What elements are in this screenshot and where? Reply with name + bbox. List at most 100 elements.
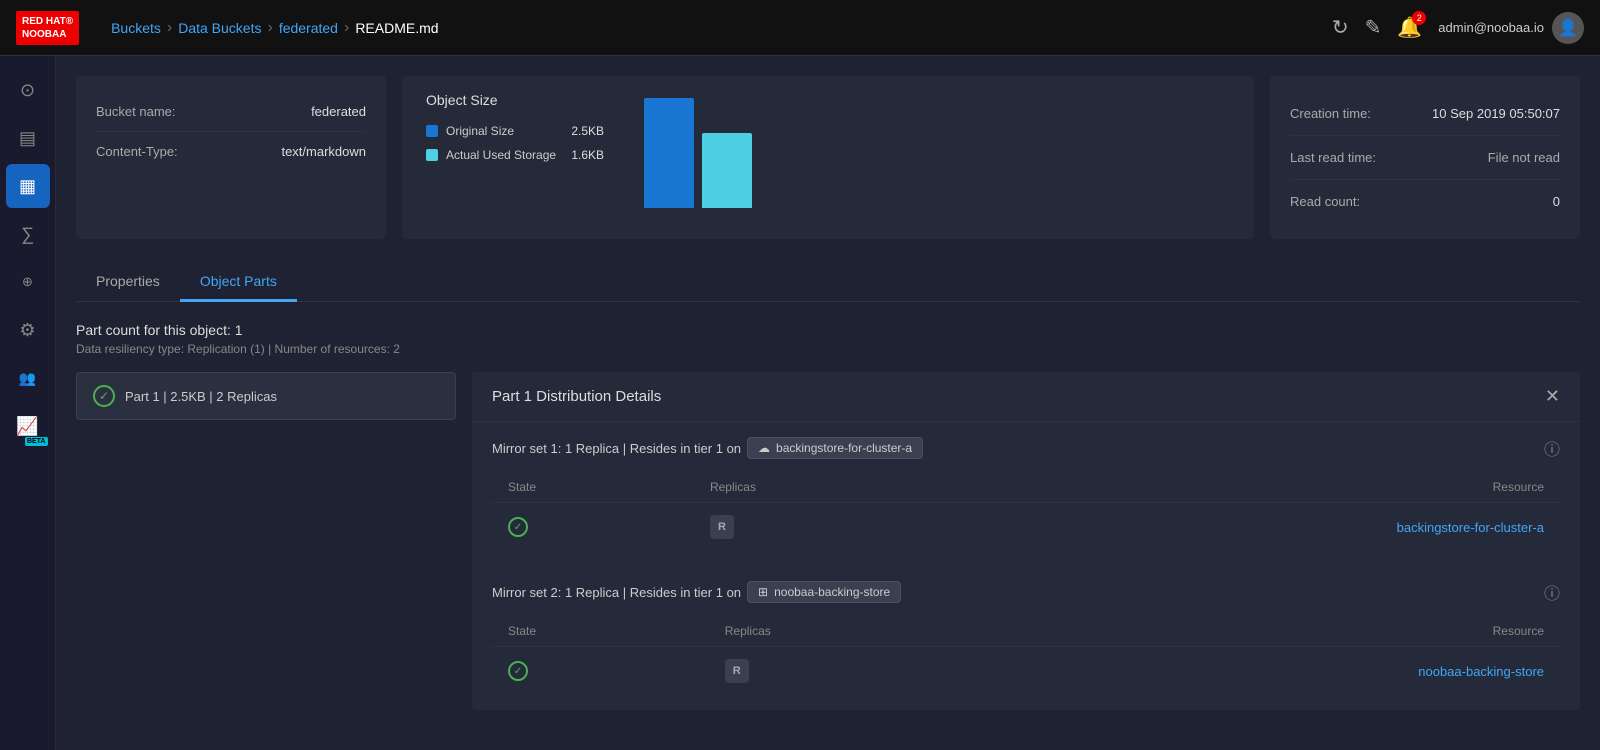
info-row: Bucket name: federated Content-Type: tex… xyxy=(76,76,1580,239)
row2-resource-link[interactable]: noobaa-backing-store xyxy=(1418,664,1544,679)
th-resource-1: Resource xyxy=(956,472,1560,503)
tab-object-parts[interactable]: Object Parts xyxy=(180,263,297,302)
read-count-value: 0 xyxy=(1553,194,1560,209)
mirror-set-2-header: Mirror set 2: 1 Replica | Resides in tie… xyxy=(492,580,1560,604)
sidebar-item-overview[interactable]: ⊙ xyxy=(6,68,50,112)
legend-actual-value: 1.6KB xyxy=(564,148,604,162)
parts-subtitle: Data resiliency type: Replication (1) | … xyxy=(76,342,1580,356)
sidebar-item-beta-chart[interactable]: 📈 BETA xyxy=(6,404,50,448)
row1-replica-badge: R xyxy=(710,515,734,539)
th-replicas-2: Replicas xyxy=(709,616,991,647)
chart-info: Object Size Original Size 2.5KB Actual U… xyxy=(426,92,604,162)
dist-table-2: State Replicas Resource ✓ xyxy=(492,616,1560,695)
topnav: RED HAT® NOOBAA Buckets › Data Buckets ›… xyxy=(0,0,1600,56)
th-state-1: State xyxy=(492,472,694,503)
legend-original-label: Original Size xyxy=(446,124,514,138)
bucket-name-label: Bucket name: xyxy=(96,104,176,119)
dist-table-1: State Replicas Resource ✓ xyxy=(492,472,1560,551)
parts-header: Part count for this object: 1 Data resil… xyxy=(76,322,1580,356)
tab-properties[interactable]: Properties xyxy=(76,263,180,302)
bucket-name-value: federated xyxy=(311,104,366,119)
part-status-icon: ✓ xyxy=(93,385,115,407)
user-menu[interactable]: admin@noobaa.io 👤 xyxy=(1438,12,1584,44)
notification-icon[interactable]: 🔔 2 xyxy=(1397,15,1422,40)
breadcrumb-item-4: README.md xyxy=(355,20,438,36)
read-count-label: Read count: xyxy=(1290,194,1360,209)
part-item-1[interactable]: ✓ Part 1 | 2.5KB | 2 Replicas xyxy=(76,372,456,420)
row2-resource: noobaa-backing-store xyxy=(990,647,1560,696)
brand-logo-area: RED HAT® NOOBAA xyxy=(16,11,87,45)
bar-original xyxy=(644,98,694,208)
tabs: Properties Object Parts xyxy=(76,263,1580,302)
close-button[interactable]: ✕ xyxy=(1545,386,1560,407)
info-icon-1[interactable]: ⓘ xyxy=(1544,436,1560,460)
row1-resource-link[interactable]: backingstore-for-cluster-a xyxy=(1397,520,1544,535)
breadcrumb: Buckets › Data Buckets › federated › REA… xyxy=(111,19,1332,37)
sidebar-item-storage[interactable]: ▦ xyxy=(6,164,50,208)
mirror-set-1: Mirror set 1: 1 Replica | Resides in tie… xyxy=(472,422,1580,566)
dist-row-1: ✓ R backingstore-for-cluster-a xyxy=(492,503,1560,552)
object-size-card: Object Size Original Size 2.5KB Actual U… xyxy=(402,76,1254,239)
parts-title: Part count for this object: 1 xyxy=(76,322,1580,338)
user-email: admin@noobaa.io xyxy=(1438,20,1544,35)
sidebar-item-accounts[interactable]: ⊕ xyxy=(6,260,50,304)
read-count-field: Read count: 0 xyxy=(1290,180,1560,223)
creation-time-value: 10 Sep 2019 05:50:07 xyxy=(1432,106,1560,121)
creation-time-label: Creation time: xyxy=(1290,106,1371,121)
legend-original-value: 2.5KB xyxy=(564,124,604,138)
content-type-value: text/markdown xyxy=(281,144,366,159)
distribution-title: Part 1 Distribution Details xyxy=(492,388,661,405)
last-read-field: Last read time: File not read xyxy=(1290,136,1560,180)
cloud-icon: ☁ xyxy=(758,441,770,455)
chart-title: Object Size xyxy=(426,92,604,108)
th-resource-2: Resource xyxy=(990,616,1560,647)
mirror-set-1-header: Mirror set 1: 1 Replica | Resides in tie… xyxy=(492,436,1560,460)
chart-legend: Original Size 2.5KB Actual Used Storage … xyxy=(426,124,604,162)
info-icon-2[interactable]: ⓘ xyxy=(1544,580,1560,604)
bucket-info-card: Bucket name: federated Content-Type: tex… xyxy=(76,76,386,239)
chart-bars xyxy=(644,92,752,212)
meta-info-card: Creation time: 10 Sep 2019 05:50:07 Last… xyxy=(1270,76,1580,239)
sidebar-item-users[interactable]: 👥 xyxy=(6,356,50,400)
app-layout: ⊙ ▤ ▦ ∑ ⊕ ⚙ 👥 📈 BETA Bucket name: federa… xyxy=(0,56,1600,750)
last-read-value: File not read xyxy=(1488,150,1560,165)
row1-status-icon: ✓ xyxy=(508,517,528,537)
mirror-set-2-label: Mirror set 2: 1 Replica | Resides in tie… xyxy=(492,585,741,600)
breadcrumb-item-3[interactable]: federated xyxy=(279,20,338,36)
breadcrumb-item-1[interactable]: Buckets xyxy=(111,20,161,36)
main-content: Bucket name: federated Content-Type: tex… xyxy=(56,56,1600,750)
legend-actual-label: Actual Used Storage xyxy=(446,148,556,162)
user-avatar: 👤 xyxy=(1552,12,1584,44)
mirror-set-2: Mirror set 2: 1 Replica | Resides in tie… xyxy=(472,566,1580,710)
th-state-2: State xyxy=(492,616,709,647)
parts-list: ✓ Part 1 | 2.5KB | 2 Replicas xyxy=(76,372,456,710)
content-type-field: Content-Type: text/markdown xyxy=(96,132,366,171)
last-read-label: Last read time: xyxy=(1290,150,1376,165)
topnav-actions: ↻ ✎ 🔔 2 admin@noobaa.io 👤 xyxy=(1332,12,1584,44)
sidebar-item-settings[interactable]: ⚙ xyxy=(6,308,50,352)
sidebar-item-analytics[interactable]: ∑ xyxy=(6,212,50,256)
legend-actual-dot xyxy=(426,149,438,161)
bar-actual xyxy=(702,133,752,208)
legend-original: Original Size 2.5KB xyxy=(426,124,604,138)
edit-icon[interactable]: ✎ xyxy=(1365,15,1382,40)
notification-badge: 2 xyxy=(1412,11,1426,25)
row2-state: ✓ xyxy=(492,647,709,696)
grid-icon: ⊞ xyxy=(758,585,768,599)
sidebar-item-buckets[interactable]: ▤ xyxy=(6,116,50,160)
distribution-panel: Part 1 Distribution Details ✕ Mirror set… xyxy=(472,372,1580,710)
distribution-header: Part 1 Distribution Details ✕ xyxy=(472,372,1580,422)
legend-original-dot xyxy=(426,125,438,137)
content-type-label: Content-Type: xyxy=(96,144,178,159)
row1-state: ✓ xyxy=(492,503,694,552)
row2-replica: R xyxy=(709,647,991,696)
row2-replica-badge: R xyxy=(725,659,749,683)
refresh-icon[interactable]: ↻ xyxy=(1332,15,1349,40)
sidebar: ⊙ ▤ ▦ ∑ ⊕ ⚙ 👥 📈 BETA xyxy=(0,56,56,750)
mirror-set-1-tag: ☁ backingstore-for-cluster-a xyxy=(747,437,923,459)
beta-badge: BETA xyxy=(25,437,48,446)
row1-resource: backingstore-for-cluster-a xyxy=(956,503,1560,552)
breadcrumb-item-2[interactable]: Data Buckets xyxy=(178,20,261,36)
brand-logo: RED HAT® NOOBAA xyxy=(16,11,79,45)
row1-replica: R xyxy=(694,503,957,552)
